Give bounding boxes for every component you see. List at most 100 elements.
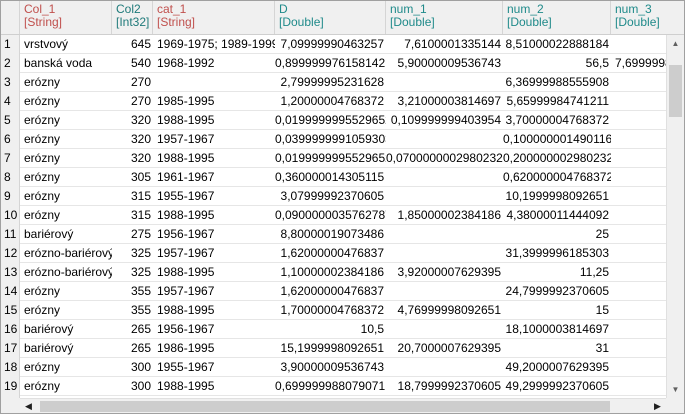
table-row[interactable]: 10 erózny 315 1988-1995 0,0900000035762787 1,… [1, 206, 666, 225]
row-number[interactable]: 16 [1, 320, 20, 339]
cell-cat1[interactable] [153, 73, 275, 92]
cell-num2[interactable]: 10,1999998092651 [503, 187, 611, 206]
cell-d[interactable]: 7,09999990463257 [275, 35, 386, 54]
cell-num2[interactable]: 31 [503, 339, 611, 358]
column-header-cat1[interactable]: cat_1 [String] [153, 1, 275, 34]
cell-num1[interactable]: 0,0700000002980232 [386, 149, 503, 168]
cell-col2[interactable]: 320 [112, 149, 153, 168]
cell-cat1[interactable]: 1957-1967 [153, 282, 275, 301]
cell-col2[interactable]: 320 [112, 130, 153, 149]
cell-num1[interactable] [386, 130, 503, 149]
cell-d[interactable]: 8,80000019073486 [275, 225, 386, 244]
scroll-left-icon[interactable]: ◀ [20, 399, 37, 413]
cell-d[interactable]: 0,0199999995529652 [275, 149, 386, 168]
cell-d[interactable]: 0,899999976158142 [275, 54, 386, 73]
cell-num1[interactable]: 7,6100001335144 [386, 35, 503, 54]
vertical-scrollbar[interactable]: ▲ ▼ [666, 35, 684, 398]
cell-cat1[interactable]: 1969-1975; 1989-1999 [153, 35, 275, 54]
cell-d[interactable]: 3,07999992370605 [275, 187, 386, 206]
cell-col1[interactable]: erózny [20, 73, 112, 92]
cell-d[interactable]: 10,5 [275, 320, 386, 339]
cell-num1[interactable] [386, 358, 503, 377]
cell-num1[interactable] [386, 225, 503, 244]
table-row[interactable]: 16 bariérový 265 1956-1967 10,5 18,1000003814… [1, 320, 666, 339]
cell-col1[interactable]: erózny [20, 168, 112, 187]
cell-num2[interactable]: 18,1000003814697 [503, 320, 611, 339]
cell-col2[interactable]: 270 [112, 92, 153, 111]
cell-d[interactable]: 1,62000000476837 [275, 282, 386, 301]
table-row[interactable]: 1 vrstvový 645 1969-1975; 1989-1999 7,099999… [1, 35, 666, 54]
cell-cat1[interactable]: 1961-1967 [153, 168, 275, 187]
cell-num2[interactable]: 3,70000004768372 [503, 111, 611, 130]
cell-num3[interactable] [611, 168, 666, 187]
table-row[interactable]: 3 erózny 270 2,79999995231628 6,369999885559… [1, 73, 666, 92]
table-row[interactable]: 15 erózny 355 1988-1995 1,70000004768372 4,76… [1, 301, 666, 320]
cell-col1[interactable]: erózny [20, 187, 112, 206]
table-row[interactable]: 6 erózny 320 1957-1967 0,0399999991059303 0,1… [1, 130, 666, 149]
column-header-d[interactable]: D [Double] [275, 1, 386, 34]
cell-cat1[interactable]: 1988-1995 [153, 301, 275, 320]
cell-num3[interactable] [611, 92, 666, 111]
cell-num1[interactable]: 4,76999998092651 [386, 301, 503, 320]
cell-num3[interactable] [611, 73, 666, 92]
cell-num3[interactable] [611, 111, 666, 130]
cell-col2[interactable]: 315 [112, 206, 153, 225]
cell-col2[interactable]: 325 [112, 244, 153, 263]
cell-num1[interactable]: 18,7999992370605 [386, 377, 503, 396]
cell-cat1[interactable]: 1956-1967 [153, 225, 275, 244]
table-row[interactable]: 4 erózny 270 1985-1995 1,20000004768372 3,210… [1, 92, 666, 111]
cell-num1[interactable]: 1,85000002384186 [386, 206, 503, 225]
cell-num2[interactable]: 5,65999984741211 [503, 92, 611, 111]
cell-num3[interactable] [611, 130, 666, 149]
cell-d[interactable]: 1,10000002384186 [275, 263, 386, 282]
cell-col2[interactable]: 320 [112, 111, 153, 130]
column-header-col2[interactable]: Col2 [Int32] [112, 1, 153, 34]
cell-num1[interactable]: 3,21000003814697 [386, 92, 503, 111]
cell-d[interactable]: 0,360000014305115 [275, 168, 386, 187]
cell-num3[interactable] [611, 301, 666, 320]
cell-cat1[interactable]: 1988-1995 [153, 263, 275, 282]
row-number[interactable]: 6 [1, 130, 20, 149]
cell-num1[interactable]: 5,90000009536743 [386, 54, 503, 73]
cell-d[interactable]: 3,90000009536743 [275, 358, 386, 377]
cell-num3[interactable] [611, 225, 666, 244]
cell-num1[interactable]: 20,7000007629395 [386, 339, 503, 358]
cell-num2[interactable]: 0,200000002980232 [503, 149, 611, 168]
cell-num2[interactable]: 49,2999992370605 [503, 377, 611, 396]
cell-num3[interactable] [611, 263, 666, 282]
table-row[interactable]: 5 erózny 320 1988-1995 0,0199999995529652 0,1… [1, 111, 666, 130]
row-number[interactable]: 2 [1, 54, 20, 73]
cell-num2[interactable]: 8,51000022888184 [503, 35, 611, 54]
cell-num3[interactable] [611, 282, 666, 301]
cell-num1[interactable]: 0,109999999403954 [386, 111, 503, 130]
cell-cat1[interactable]: 1988-1995 [153, 111, 275, 130]
cell-col2[interactable]: 540 [112, 54, 153, 73]
cell-col2[interactable]: 265 [112, 320, 153, 339]
cell-cat1[interactable]: 1986-1995 [153, 339, 275, 358]
table-row[interactable]: 7 erózny 320 1988-1995 0,0199999995529652 0,0… [1, 149, 666, 168]
cell-col1[interactable]: erózny [20, 377, 112, 396]
cell-col1[interactable]: bariérový [20, 320, 112, 339]
cell-num2[interactable]: 15 [503, 301, 611, 320]
cell-num3[interactable] [611, 320, 666, 339]
cell-num1[interactable] [386, 282, 503, 301]
cell-num2[interactable]: 56,5 [503, 54, 611, 73]
column-header-num2[interactable]: num_2 [Double] [503, 1, 611, 34]
column-header-col1[interactable]: Col_1 [String] [20, 1, 112, 34]
scroll-down-icon[interactable]: ▼ [667, 381, 684, 398]
row-number[interactable]: 17 [1, 339, 20, 358]
cell-num3[interactable] [611, 339, 666, 358]
cell-num2[interactable]: 6,36999988555908 [503, 73, 611, 92]
row-number[interactable]: 19 [1, 377, 20, 396]
cell-d[interactable]: 1,70000004768372 [275, 301, 386, 320]
cell-num3[interactable]: 7,6999998 [611, 54, 666, 73]
cell-num1[interactable] [386, 187, 503, 206]
cell-num3[interactable] [611, 149, 666, 168]
cell-col2[interactable]: 645 [112, 35, 153, 54]
row-number[interactable]: 12 [1, 244, 20, 263]
cell-num3[interactable] [611, 206, 666, 225]
cell-col2[interactable]: 265 [112, 339, 153, 358]
cell-col2[interactable]: 270 [112, 73, 153, 92]
cell-cat1[interactable]: 1968-1992 [153, 54, 275, 73]
cell-num3[interactable] [611, 187, 666, 206]
